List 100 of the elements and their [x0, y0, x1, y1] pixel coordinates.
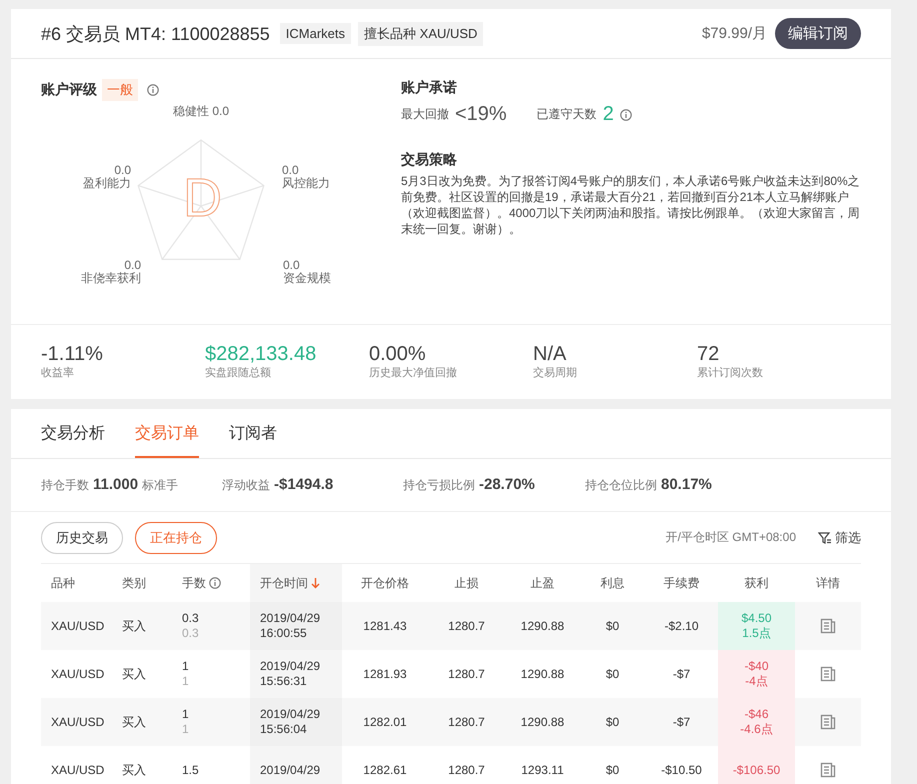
days-value: 2: [602, 103, 614, 126]
rating-level: 一般: [102, 79, 138, 101]
table-cell-text: -$10.50: [660, 762, 703, 779]
table-cell-text: $0: [604, 714, 620, 731]
table-cell-text: 买入: [121, 666, 147, 682]
table-cell-text: 买入: [121, 618, 147, 634]
table-cell-text: 1280.7: [447, 714, 486, 731]
stat-label: 累计订阅次数: [697, 366, 764, 380]
label: 持仓仓位比例: [585, 477, 657, 494]
column-header[interactable]: 止损: [428, 564, 505, 602]
table-cell-text: $0: [604, 618, 620, 635]
table-cell-text: 1281.43: [362, 618, 408, 635]
axis-value: 0.0: [123, 259, 141, 272]
stat-label: 收益率: [41, 366, 75, 380]
tab[interactable]: 订阅者: [229, 423, 277, 458]
table-cell-text: XAU/USD: [50, 762, 106, 779]
label: 持仓亏损比例: [403, 477, 475, 494]
info-icon: [209, 577, 221, 589]
table-cell: 2019/04/29: [250, 746, 342, 784]
profit-cell: -$46 -4.6点: [718, 698, 795, 746]
table-cell-text: XAU/USD: [50, 666, 106, 683]
axis-label: 稳健性 0.0: [173, 105, 230, 118]
table-cell: 2019/04/29 15:56:04: [250, 698, 342, 746]
document-icon[interactable]: [820, 762, 836, 778]
tab[interactable]: 交易分析: [41, 423, 105, 458]
info-icon: [147, 84, 159, 96]
column-header[interactable]: 获利: [718, 564, 795, 602]
column-header[interactable]: 开仓时间: [250, 564, 342, 602]
strategy-text: 5月3日改为免费。为了报答订阅4号账户的朋友们，本人承诺6号账户收益未达到80%之前免费。社区设置的回撤是19，承诺最大百分21，若回撤到百分21本人立马解绑账户（欢迎截图监督）。4000刀以下关闭两油和股指。请按比例跟单。（欢迎大家留言，周末统一回复。谢谢）。: [401, 173, 861, 237]
table-cell-text: -$7: [672, 714, 692, 731]
table-cell-text: 0.3 0.3: [181, 610, 200, 642]
table-cell-text: 1290.88: [520, 618, 566, 635]
table-cell-text: 买入: [121, 714, 147, 730]
column-header[interactable]: 手数: [172, 564, 250, 602]
edit-subscription-button[interactable]: 编辑订阅: [775, 18, 861, 49]
axis-value: 0.0: [283, 259, 301, 272]
filter-button[interactable]: 筛选: [818, 528, 861, 546]
label: 持仓手数: [41, 477, 89, 494]
table-cell-text: XAU/USD: [50, 618, 106, 635]
table-cell: 2019/04/29 15:56:31: [250, 650, 342, 698]
stat-label: 交易周期: [533, 366, 578, 380]
document-icon[interactable]: [820, 666, 836, 682]
document-icon[interactable]: [820, 618, 836, 634]
document-icon[interactable]: [820, 714, 836, 730]
column-header[interactable]: 止盈: [505, 564, 580, 602]
section-title: 账户承诺: [401, 79, 458, 97]
price: $79.99/月: [702, 24, 767, 43]
table-cell-text: 1282.61: [362, 762, 408, 779]
info-icon: [620, 108, 632, 120]
axis-label: 资金规模: [283, 272, 331, 285]
filter-button[interactable]: 历史交易: [41, 522, 123, 554]
table-cell-text: 1.5: [181, 762, 200, 778]
table-cell: 2019/04/29 16:00:55: [250, 602, 342, 650]
stat-label: 实盘跟随总额: [205, 366, 272, 380]
column-header[interactable]: 利息: [580, 564, 645, 602]
table-cell-text: 1282.01: [362, 714, 408, 731]
profit-cell: $4.50 1.5点: [718, 602, 795, 650]
table-cell-text: 1290.88: [520, 714, 566, 731]
table-cell-text: $0: [604, 666, 620, 683]
axis-value: 0.0: [282, 164, 300, 177]
section-title: 账户评级: [41, 81, 97, 99]
column-header[interactable]: 详情: [795, 564, 861, 602]
value: 80.17%: [661, 476, 712, 493]
label: 浮动收益: [222, 477, 270, 494]
stat-value: -1.11%: [41, 343, 104, 365]
unit: 标准手: [142, 477, 178, 494]
section-title: 交易策略: [401, 151, 458, 169]
table-cell-text: -$7: [672, 666, 692, 683]
label: 最大回撤: [401, 106, 449, 123]
value: -$1494.8: [274, 476, 334, 493]
stat-value: N/A: [533, 343, 568, 365]
label: 已遵守天数: [536, 106, 597, 123]
table-cell-text: 1280.7: [447, 618, 486, 635]
column-header[interactable]: 手续费: [645, 564, 718, 602]
stat-value: $282,133.48: [205, 343, 318, 365]
grade-letter: D: [183, 171, 222, 225]
stat-value: 72: [697, 343, 720, 365]
tag: 擅长品种 XAU/USD: [358, 22, 484, 46]
axis-label: 非侥幸获利: [81, 272, 141, 285]
timezone-label: 开/平仓时区 GMT+08:00: [666, 529, 796, 546]
table-cell-text: 买入: [121, 762, 147, 778]
stat-value: 0.00%: [369, 343, 427, 365]
table-cell-text: 1280.7: [447, 666, 486, 683]
sort-down-icon: [311, 577, 320, 589]
column-header[interactable]: 类别: [112, 564, 172, 602]
column-header[interactable]: 开仓价格: [342, 564, 428, 602]
table-cell-text: 1281.93: [362, 666, 408, 683]
table-cell-text: 1290.88: [520, 666, 566, 683]
axis-label: 风控能力: [282, 177, 330, 190]
table-cell-text: 1293.11: [520, 762, 565, 779]
table-cell-text: 1 1: [181, 658, 190, 690]
table-cell-text: XAU/USD: [50, 714, 106, 731]
table-cell-text: -$2.10: [663, 618, 700, 635]
drawdown-value: <19%: [455, 103, 507, 126]
column-header[interactable]: 品种: [41, 564, 112, 602]
tag: ICMarkets: [280, 23, 352, 44]
table-cell-text: $0: [604, 762, 620, 779]
profit-cell: -$40 -4点: [718, 650, 795, 698]
profit-cell: -$106.50: [718, 746, 795, 784]
filter-icon: [818, 530, 832, 544]
